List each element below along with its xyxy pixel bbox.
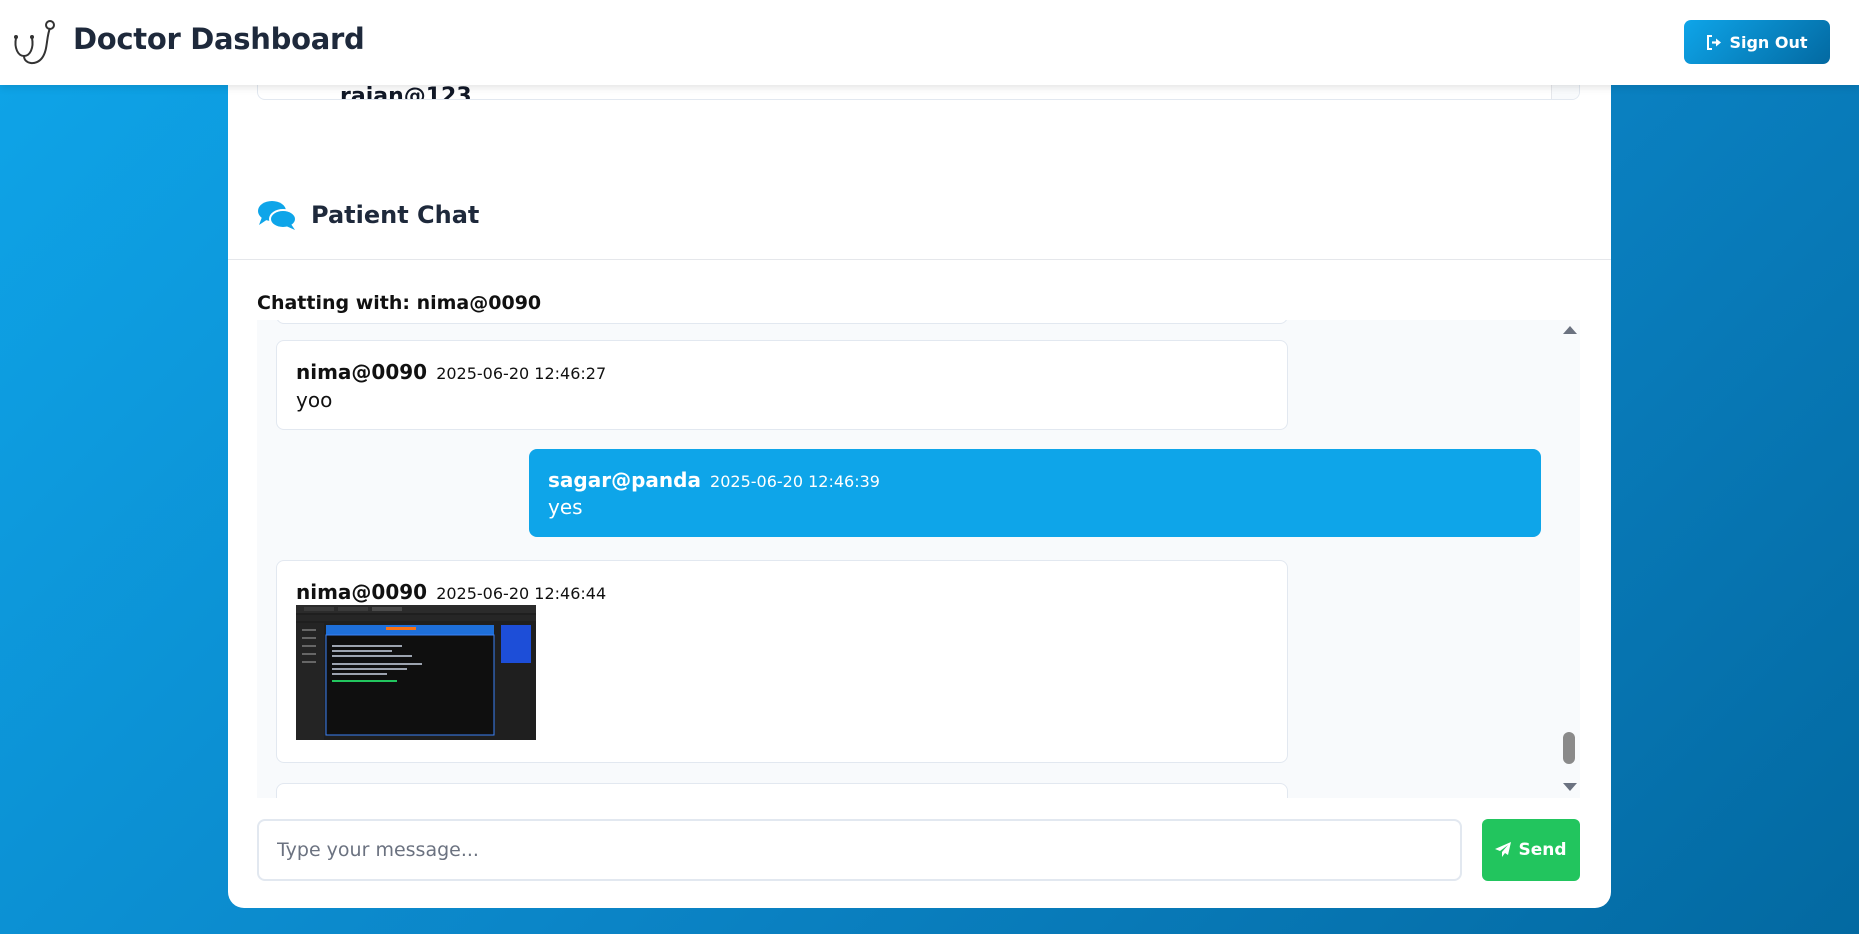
- image-attachment[interactable]: [296, 605, 536, 740]
- top-header: Doctor Dashboard Sign Out: [0, 0, 1859, 85]
- message-time: 2025-06-20 12:46:39: [710, 472, 880, 491]
- message-incoming: nima@0090 2025-06-20 12:46:27 yoo: [276, 340, 1288, 430]
- message-text: yoo: [296, 388, 333, 412]
- message-partial-top: [276, 320, 1288, 324]
- message-outgoing: sagar@panda 2025-06-20 12:46:39 yes: [529, 449, 1541, 537]
- message-sender: sagar@panda: [548, 468, 701, 492]
- message-list-scrollbar[interactable]: [1558, 320, 1580, 798]
- message-input[interactable]: [257, 819, 1462, 881]
- paper-plane-icon: [1495, 842, 1512, 857]
- message-sender: nima@0090: [296, 360, 428, 384]
- chat-title: Patient Chat: [311, 201, 480, 229]
- dashboard-card: rajan@123 Patient Chat Chatting with: ni…: [228, 70, 1611, 908]
- message-meta: sagar@panda 2025-06-20 12:46:39: [548, 468, 880, 492]
- chatting-with-label: Chatting with: nima@0090: [257, 292, 542, 314]
- message-partial-bottom: [276, 783, 1288, 798]
- send-label: Send: [1518, 840, 1567, 860]
- message-meta: nima@0090 2025-06-20 12:46:44: [296, 580, 606, 604]
- section-divider: [228, 259, 1611, 260]
- chat-header: Patient Chat: [257, 195, 479, 235]
- comments-icon: [258, 201, 297, 230]
- sign-out-icon: [1707, 34, 1722, 50]
- sign-out-button[interactable]: Sign Out: [1684, 20, 1830, 64]
- app-title: Doctor Dashboard: [73, 22, 365, 56]
- message-list[interactable]: nima@0090 2025-06-20 12:46:27 yoo sagar@…: [257, 320, 1580, 798]
- scroll-up-arrow-icon[interactable]: [1563, 326, 1577, 334]
- scrollbar-thumb[interactable]: [1563, 732, 1575, 764]
- message-time: 2025-06-20 12:46:27: [436, 364, 607, 383]
- stethoscope-icon: [14, 20, 55, 64]
- sign-out-label: Sign Out: [1729, 32, 1808, 52]
- send-button[interactable]: Send: [1482, 819, 1580, 881]
- message-incoming-image: nima@0090 2025-06-20 12:46:44: [276, 560, 1288, 763]
- patient-list-item[interactable]: rajan@123: [340, 84, 472, 99]
- message-sender: nima@0090: [296, 580, 428, 604]
- message-text: yes: [548, 495, 583, 519]
- message-time: 2025-06-20 12:46:44: [436, 584, 607, 603]
- message-meta: nima@0090 2025-06-20 12:46:27: [296, 360, 606, 384]
- scroll-down-arrow-icon[interactable]: [1563, 783, 1577, 791]
